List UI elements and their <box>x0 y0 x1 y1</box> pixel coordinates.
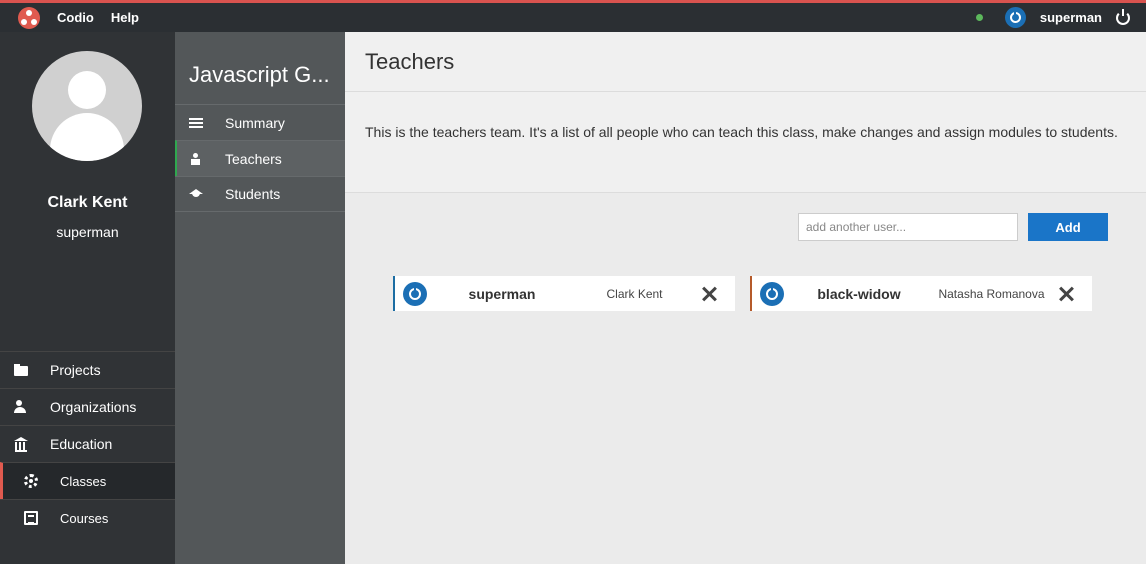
profile-name: Clark Kent <box>47 194 128 211</box>
page-header: Teachers <box>345 32 1146 92</box>
teacher-card: superman Clark Kent <box>393 276 735 311</box>
student-cap-icon <box>189 188 203 200</box>
sidebar-item-education[interactable]: Education <box>0 425 175 462</box>
user-power-icon <box>760 281 784 306</box>
sidebar-item-organizations[interactable]: Organizations <box>0 388 175 425</box>
teacher-fullname: Natasha Romanova <box>938 286 1045 301</box>
description-box: This is the teachers team. It's a list o… <box>345 92 1146 193</box>
teacher-fullname: Clark Kent <box>606 286 663 301</box>
sidebar-nav: Projects Organizations Education Classes… <box>0 351 175 536</box>
profile-username: superman <box>56 224 119 240</box>
class-panel: Javascript G... Summary Teachers Student… <box>175 32 345 564</box>
sidebar-item-projects[interactable]: Projects <box>0 351 175 388</box>
teacher-icon <box>189 152 203 165</box>
codio-logo-icon[interactable] <box>18 6 40 29</box>
menu-codio[interactable]: Codio <box>57 10 94 25</box>
teacher-card: black-widow Natasha Romanova <box>750 276 1092 311</box>
avatar <box>32 51 142 161</box>
user-power-icon <box>403 281 427 306</box>
tab-summary[interactable]: Summary <box>175 104 345 140</box>
tab-teachers[interactable]: Teachers <box>175 140 345 176</box>
class-nav: Summary Teachers Students <box>175 104 345 212</box>
sidebar-item-classes[interactable]: Classes <box>0 462 175 499</box>
user-power-icon[interactable] <box>1004 7 1026 28</box>
tab-students[interactable]: Students <box>175 176 345 212</box>
teacher-username: black-widow <box>817 285 901 302</box>
top-bar: Codio Help superman <box>0 0 1146 32</box>
sidebar-item-label: Projects <box>50 362 101 378</box>
page-title: Teachers <box>365 49 455 74</box>
tab-label: Teachers <box>225 150 282 167</box>
gear-icon <box>24 474 38 488</box>
class-title: Javascript G... <box>189 62 330 87</box>
sidebar-item-label: Courses <box>60 510 109 526</box>
sidebar-item-label: Classes <box>60 473 107 489</box>
menu-help[interactable]: Help <box>111 10 139 25</box>
online-status-icon <box>975 14 983 21</box>
remove-teacher-icon[interactable] <box>700 285 718 303</box>
remove-teacher-icon[interactable] <box>1057 285 1075 303</box>
add-user-button[interactable]: Add <box>1028 213 1108 241</box>
page-description: This is the teachers team. It's a list o… <box>365 124 1118 140</box>
education-icon <box>14 437 28 452</box>
tab-label: Summary <box>225 114 285 131</box>
sidebar-item-label: Education <box>50 436 113 452</box>
organizations-icon <box>14 400 28 414</box>
main-content: Teachers This is the teachers team. It's… <box>345 32 1146 564</box>
topbar-username[interactable]: superman <box>1040 10 1102 25</box>
main-sidebar: Clark Kent superman Projects Organizatio… <box>0 32 175 564</box>
sidebar-item-courses[interactable]: Courses <box>0 499 175 536</box>
add-user-input[interactable] <box>798 213 1018 241</box>
teacher-username: superman <box>468 285 536 302</box>
sidebar-item-label: Organizations <box>50 399 137 415</box>
list-icon <box>189 117 203 128</box>
folder-icon <box>14 364 28 376</box>
tab-label: Students <box>225 186 281 202</box>
courses-icon <box>24 511 38 525</box>
logout-icon[interactable] <box>1116 8 1130 25</box>
